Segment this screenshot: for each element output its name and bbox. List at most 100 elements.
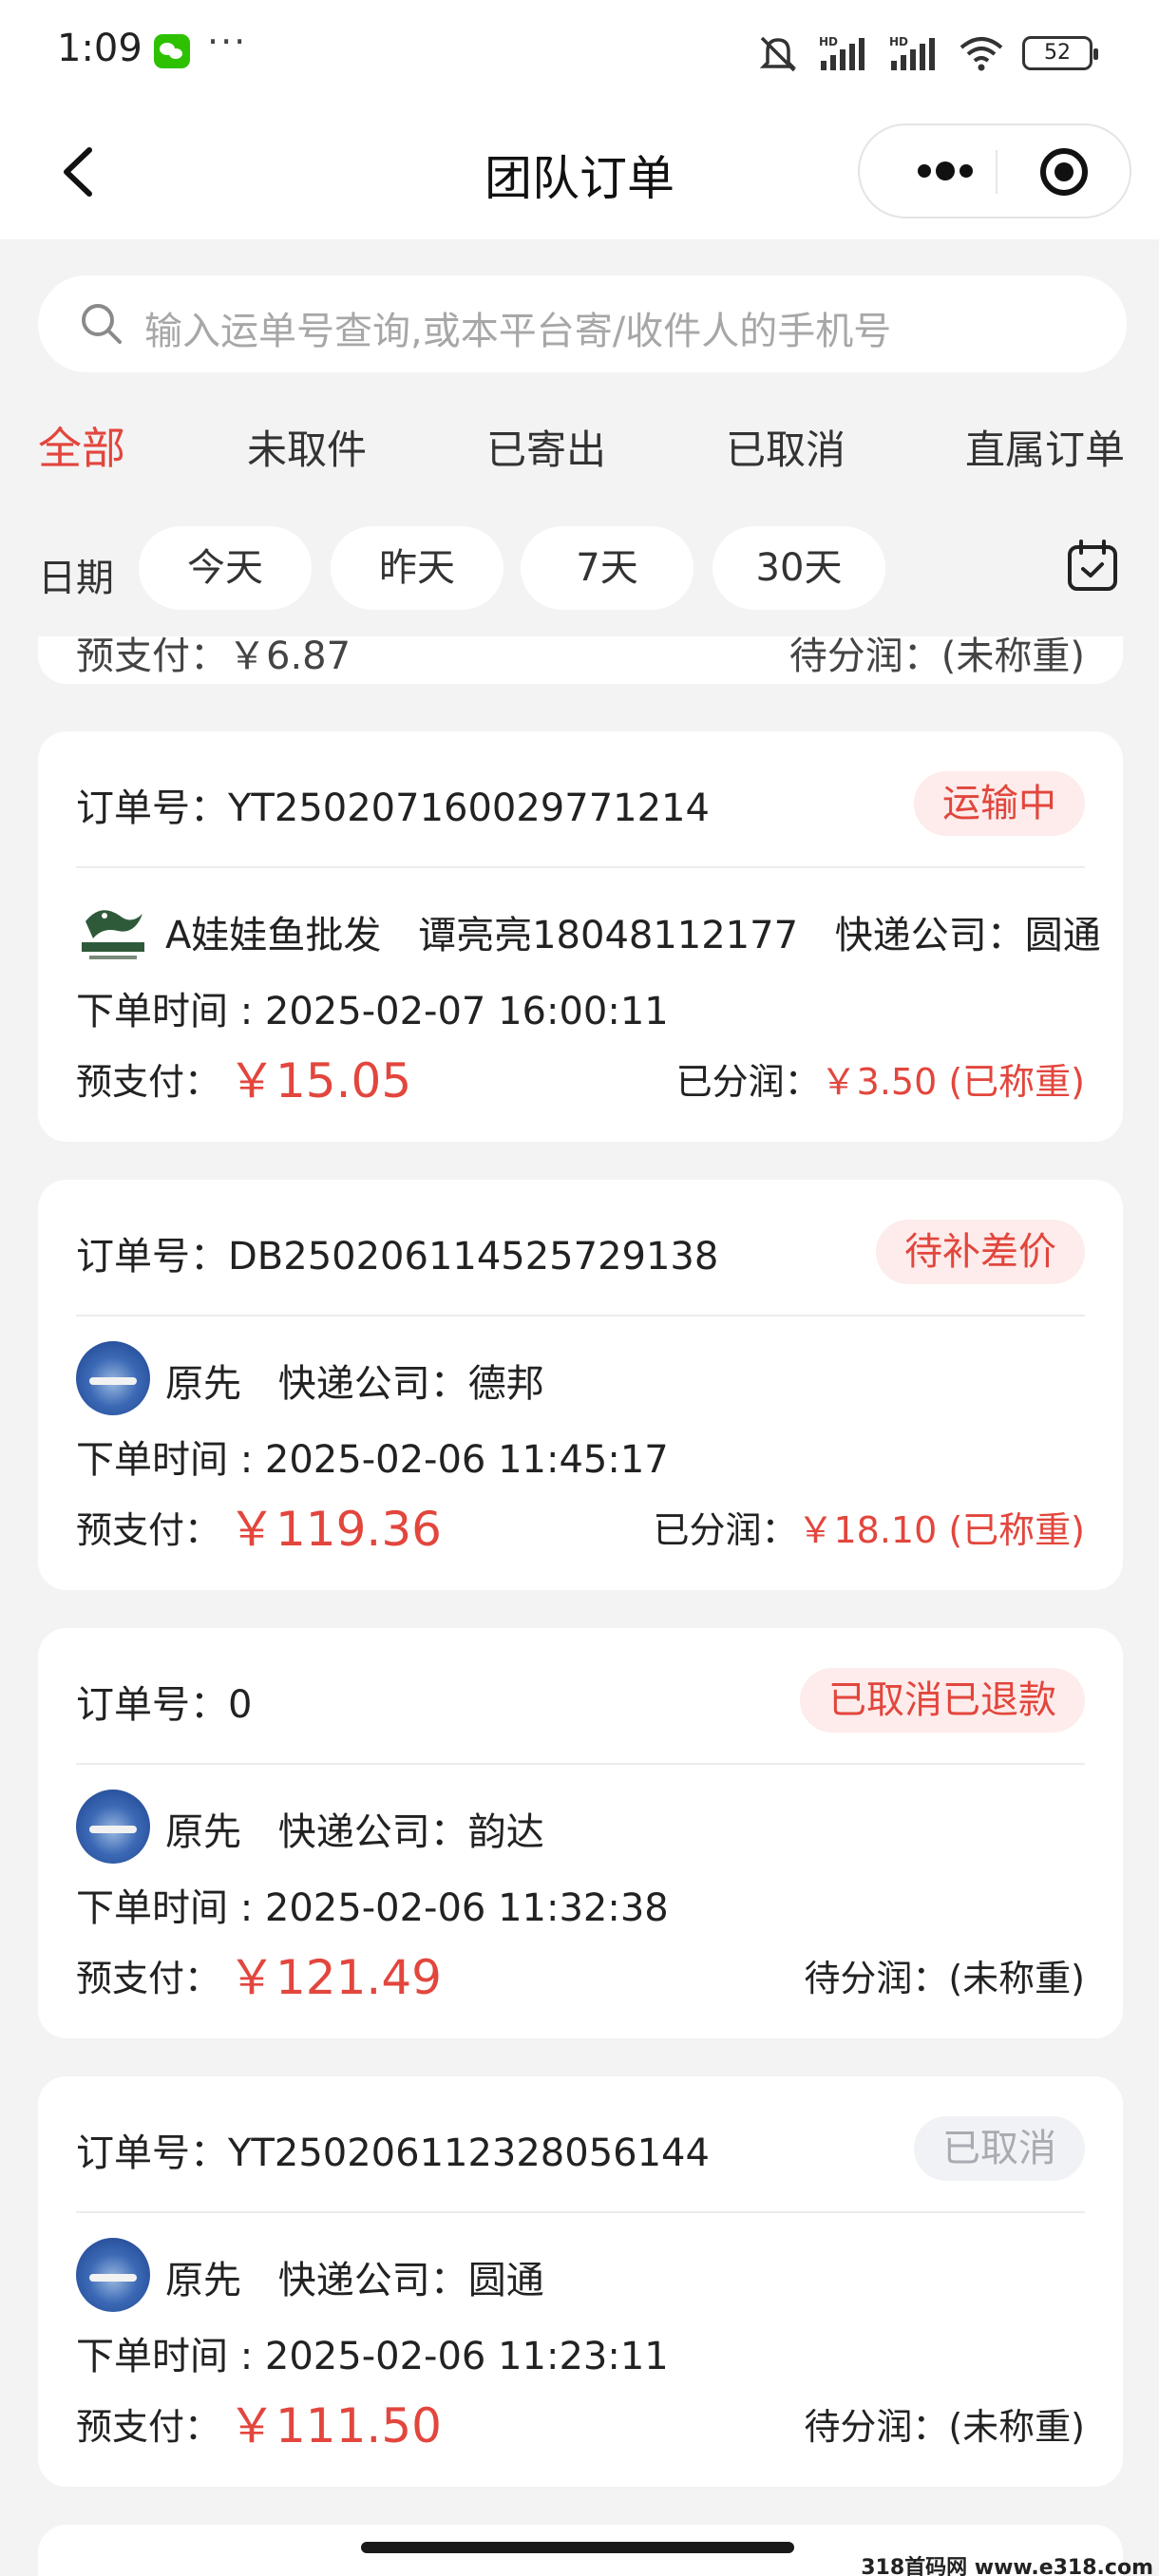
more-options-icon[interactable] — [898, 125, 993, 217]
date-filter: 日期 今天 昨天 7天 30天 — [0, 526, 1159, 610]
wifi-icon — [960, 37, 1003, 71]
divider — [76, 866, 1085, 868]
profit-share: 已分润：￥18.10 (已称重) — [653, 1501, 1085, 1553]
order-no-label: 订单号： — [76, 1235, 228, 1279]
signal-hd-icon-2: HD — [889, 35, 935, 70]
order-number: 订单号：YT250206112328056144 — [76, 2122, 710, 2177]
order-no-label: 订单号： — [76, 786, 228, 830]
search-bar[interactable]: 输入运单号查询,或本平台寄/收件人的手机号 — [38, 275, 1127, 372]
date-chip-today[interactable]: 今天 — [139, 526, 312, 610]
order-card[interactable]: 订单号：YT250207160029771214 运输中 A娃娃鱼批发 谭亮亮1… — [38, 731, 1123, 1142]
prepay-label: 预支付： — [76, 1958, 221, 1999]
order-no-value: YT250206112328056144 — [228, 2131, 710, 2175]
order-no-label: 订单号： — [76, 1683, 228, 1727]
order-card[interactable]: 订单号：DB250206114525729138 待补差价 原先 快递公司：德邦… — [38, 1180, 1123, 1590]
prepay-amount: ￥15.05 — [228, 1053, 412, 1108]
profit-share: 待分润：(未称重) — [804, 2397, 1085, 2450]
courier-name: 韵达 — [467, 1810, 544, 1854]
courier-label: 快递公司： — [277, 2259, 468, 2302]
tab-cancelled[interactable]: 已取消 — [726, 418, 846, 476]
avatar — [76, 1341, 150, 1415]
status-badge: 已取消已退款 — [800, 1668, 1085, 1733]
share-label: 已分润： — [653, 1509, 798, 1551]
courier-label: 快递公司： — [277, 1362, 468, 1406]
order-time-value: 2025-02-06 11:23:11 — [264, 2335, 669, 2378]
close-miniprogram-icon[interactable] — [1040, 148, 1088, 196]
customer-contact: 谭亮亮18048112177 — [418, 914, 799, 957]
order-time-value: 2025-02-06 11:32:38 — [264, 1886, 669, 1930]
search-input[interactable]: 输入运单号查询,或本平台寄/收件人的手机号 — [144, 300, 891, 355]
share-value: ￥3.50 (已称重) — [820, 1061, 1085, 1103]
status-bar: 1:09 ··· HD HD 52 — [0, 0, 1159, 106]
order-number: 订单号：DB250206114525729138 — [76, 1225, 718, 1280]
order-number: 订单号：YT250207160029771214 — [76, 777, 710, 832]
courier-label: 快递公司： — [277, 1810, 468, 1854]
order-time: 下单时间 : 2025-02-07 16:00:11 — [76, 980, 669, 1035]
customer-name: 原先 — [165, 1362, 241, 1406]
nav-bar: 团队订单 — [0, 106, 1159, 239]
customer-name: A娃娃鱼批发 — [165, 914, 382, 957]
tab-all[interactable]: 全部 — [38, 414, 125, 477]
share-label: 待分润：(未称重) — [804, 2406, 1085, 2448]
search-icon — [82, 304, 122, 344]
customer-info: 原先 快递公司：德邦 — [165, 1353, 569, 1408]
prepay-amount: ￥111.50 — [228, 2398, 442, 2453]
wechat-icon — [154, 34, 190, 68]
customer-info: A娃娃鱼批发 谭亮亮18048112177 快递公司：圆通 — [165, 904, 1126, 959]
order-no-value: DB250206114525729138 — [228, 1235, 719, 1279]
prepay-amount: ￥121.49 — [228, 1950, 442, 2005]
order-time-label: 下单时间 : — [76, 1438, 265, 1482]
order-card-partial[interactable]: 预支付：￥6.87 待分润：(未称重) — [38, 636, 1123, 684]
prepay-label: 预支付： — [76, 1509, 221, 1551]
profit-share: 已分润：￥3.50 (已称重) — [676, 1052, 1085, 1105]
prepay-label: 预支付： — [76, 2406, 221, 2448]
status-badge: 运输中 — [914, 771, 1085, 836]
order-time-value: 2025-02-06 11:45:17 — [264, 1438, 669, 1482]
order-no-label: 订单号： — [76, 2131, 228, 2175]
order-time-label: 下单时间 : — [76, 2335, 265, 2378]
prepay-amount: ￥119.36 — [228, 1502, 442, 1557]
order-card[interactable]: 订单号：0 已取消已退款 原先 快递公司：韵达 下单时间 : 2025-02-0… — [38, 1628, 1123, 2038]
avatar — [76, 1790, 150, 1864]
courier-name: 圆通 — [467, 2259, 544, 2302]
share-label: 已分润： — [675, 1061, 821, 1103]
prepay-label: 预支付： — [76, 1061, 221, 1103]
order-number: 订单号：0 — [76, 1674, 252, 1729]
watermark: 318首码网 www.e318.com — [861, 2556, 1153, 2576]
date-chip-7days[interactable]: 7天 — [521, 526, 694, 610]
courier-name: 圆通 — [1024, 914, 1101, 957]
tab-not-picked-up[interactable]: 未取件 — [247, 418, 367, 476]
more-notifications-icon: ··· — [207, 21, 248, 63]
customer-name: 原先 — [165, 1810, 241, 1854]
divider — [76, 1763, 1085, 1765]
tab-shipped[interactable]: 已寄出 — [486, 418, 606, 476]
order-time-value: 2025-02-07 16:00:11 — [264, 990, 669, 1033]
capsule-divider — [996, 150, 998, 194]
status-badge: 已取消 — [914, 2116, 1085, 2181]
order-list[interactable]: 预支付：￥6.87 待分润：(未称重) 订单号：YT25020716002977… — [0, 636, 1159, 2576]
courier-name: 德邦 — [467, 1362, 544, 1406]
status-tabs: 全部 未取件 已寄出 已取消 直属订单 — [0, 408, 1159, 484]
calendar-icon[interactable] — [1064, 538, 1121, 595]
share-label: 待分润：(未称重) — [804, 1958, 1085, 1999]
divider — [76, 2211, 1085, 2213]
divider — [76, 1315, 1085, 1316]
order-time: 下单时间 : 2025-02-06 11:32:38 — [76, 1877, 669, 1932]
order-card[interactable]: 订单号：YT250206112328056144 已取消 原先 快递公司：圆通 … — [38, 2076, 1123, 2487]
customer-name: 原先 — [165, 2259, 241, 2302]
date-chip-yesterday[interactable]: 昨天 — [331, 526, 504, 610]
order-time-label: 下单时间 : — [76, 1886, 265, 1930]
courier-label: 快递公司： — [834, 914, 1025, 957]
miniprogram-capsule — [858, 123, 1131, 218]
order-time-label: 下单时间 : — [76, 990, 265, 1033]
home-indicator[interactable] — [361, 2542, 794, 2553]
status-badge: 待补差价 — [876, 1220, 1085, 1284]
share-value: ￥18.10 (已称重) — [797, 1509, 1085, 1551]
partial-prepay: 预支付：￥6.87 — [76, 636, 352, 678]
date-label: 日期 — [38, 557, 114, 600]
signal-hd-icon: HD — [819, 35, 864, 70]
battery-icon: 52 — [1022, 36, 1098, 70]
hd-label-2: HD — [889, 35, 908, 48]
date-chip-30days[interactable]: 30天 — [712, 526, 885, 610]
tab-direct-orders[interactable]: 直属订单 — [965, 418, 1125, 476]
